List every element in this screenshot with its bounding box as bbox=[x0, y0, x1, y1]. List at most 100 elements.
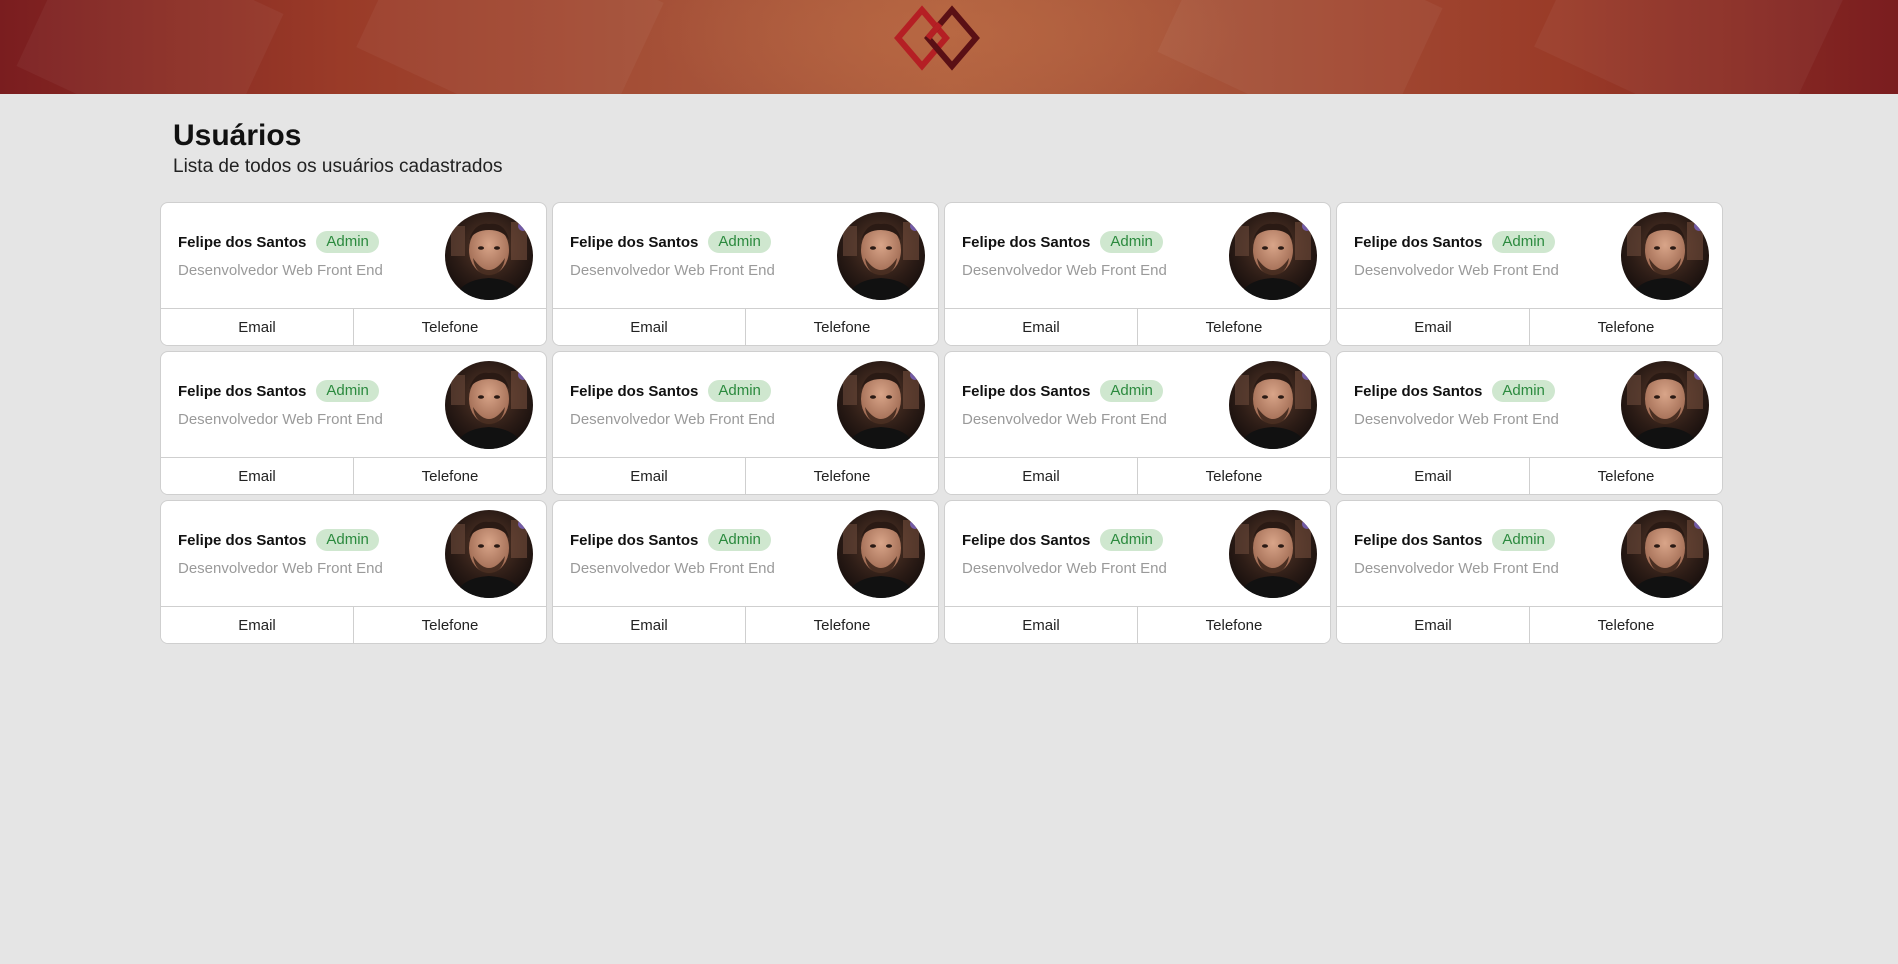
phone-button[interactable]: Telefone bbox=[1137, 458, 1330, 494]
user-role: Desenvolvedor Web Front End bbox=[1354, 560, 1559, 577]
user-name-row: Felipe dos Santos Admin bbox=[570, 380, 771, 402]
user-card-actions: Email Telefone bbox=[553, 308, 938, 345]
phone-button[interactable]: Telefone bbox=[1529, 309, 1722, 345]
user-card-body: Felipe dos Santos Admin Desenvolvedor We… bbox=[1337, 501, 1722, 608]
user-card: Felipe dos Santos Admin Desenvolvedor We… bbox=[1336, 202, 1723, 346]
user-name-row: Felipe dos Santos Admin bbox=[962, 529, 1163, 551]
role-badge: Admin bbox=[708, 231, 771, 253]
role-badge: Admin bbox=[1492, 529, 1555, 551]
phone-button[interactable]: Telefone bbox=[1137, 309, 1330, 345]
user-name: Felipe dos Santos bbox=[962, 531, 1091, 549]
avatar-photo bbox=[1621, 510, 1709, 598]
user-name: Felipe dos Santos bbox=[178, 233, 307, 251]
header-decoration bbox=[1157, 0, 1443, 94]
email-button[interactable]: Email bbox=[553, 458, 745, 494]
phone-button[interactable]: Telefone bbox=[353, 309, 546, 345]
email-button[interactable]: Email bbox=[1337, 458, 1529, 494]
avatar bbox=[445, 361, 533, 449]
user-name-row: Felipe dos Santos Admin bbox=[570, 231, 771, 253]
avatar-photo bbox=[1229, 510, 1317, 598]
user-name: Felipe dos Santos bbox=[962, 382, 1091, 400]
avatar bbox=[1621, 212, 1709, 300]
avatar-photo bbox=[1621, 361, 1709, 449]
role-badge: Admin bbox=[1100, 231, 1163, 253]
user-role: Desenvolvedor Web Front End bbox=[178, 560, 383, 577]
user-card: Felipe dos Santos Admin Desenvolvedor We… bbox=[944, 500, 1331, 644]
user-card: Felipe dos Santos Admin Desenvolvedor We… bbox=[552, 202, 939, 346]
avatar-photo bbox=[837, 212, 925, 300]
user-card: Felipe dos Santos Admin Desenvolvedor We… bbox=[552, 351, 939, 495]
phone-button[interactable]: Telefone bbox=[745, 607, 938, 643]
role-badge: Admin bbox=[708, 380, 771, 402]
user-card: Felipe dos Santos Admin Desenvolvedor We… bbox=[160, 202, 547, 346]
user-name-row: Felipe dos Santos Admin bbox=[962, 380, 1163, 402]
avatar bbox=[1229, 510, 1317, 598]
user-card-body: Felipe dos Santos Admin Desenvolvedor We… bbox=[161, 352, 546, 459]
role-badge: Admin bbox=[316, 380, 379, 402]
email-button[interactable]: Email bbox=[161, 458, 353, 494]
user-name: Felipe dos Santos bbox=[962, 233, 1091, 251]
role-badge: Admin bbox=[1492, 231, 1555, 253]
user-card-actions: Email Telefone bbox=[945, 457, 1330, 494]
user-name: Felipe dos Santos bbox=[178, 382, 307, 400]
user-card-body: Felipe dos Santos Admin Desenvolvedor We… bbox=[161, 203, 546, 310]
phone-button[interactable]: Telefone bbox=[1529, 607, 1722, 643]
avatar-photo bbox=[1229, 212, 1317, 300]
user-name: Felipe dos Santos bbox=[178, 531, 307, 549]
user-card-actions: Email Telefone bbox=[161, 308, 546, 345]
avatar bbox=[1621, 510, 1709, 598]
user-card: Felipe dos Santos Admin Desenvolvedor We… bbox=[552, 500, 939, 644]
phone-button[interactable]: Telefone bbox=[1529, 458, 1722, 494]
user-role: Desenvolvedor Web Front End bbox=[570, 560, 775, 577]
phone-button[interactable]: Telefone bbox=[353, 458, 546, 494]
email-button[interactable]: Email bbox=[1337, 309, 1529, 345]
role-badge: Admin bbox=[1492, 380, 1555, 402]
role-badge: Admin bbox=[316, 529, 379, 551]
user-card-actions: Email Telefone bbox=[553, 606, 938, 643]
email-button[interactable]: Email bbox=[161, 309, 353, 345]
user-card: Felipe dos Santos Admin Desenvolvedor We… bbox=[944, 351, 1331, 495]
user-name: Felipe dos Santos bbox=[570, 531, 699, 549]
user-name: Felipe dos Santos bbox=[570, 382, 699, 400]
user-name: Felipe dos Santos bbox=[1354, 382, 1483, 400]
user-name-row: Felipe dos Santos Admin bbox=[1354, 380, 1555, 402]
user-card: Felipe dos Santos Admin Desenvolvedor We… bbox=[1336, 351, 1723, 495]
email-button[interactable]: Email bbox=[1337, 607, 1529, 643]
email-button[interactable]: Email bbox=[553, 607, 745, 643]
user-name-row: Felipe dos Santos Admin bbox=[962, 231, 1163, 253]
phone-button[interactable]: Telefone bbox=[745, 458, 938, 494]
phone-button[interactable]: Telefone bbox=[745, 309, 938, 345]
avatar-photo bbox=[445, 510, 533, 598]
header-decoration bbox=[16, 0, 284, 94]
role-badge: Admin bbox=[1100, 529, 1163, 551]
user-card-body: Felipe dos Santos Admin Desenvolvedor We… bbox=[1337, 352, 1722, 459]
email-button[interactable]: Email bbox=[553, 309, 745, 345]
avatar-photo bbox=[1621, 212, 1709, 300]
role-badge: Admin bbox=[316, 231, 379, 253]
avatar bbox=[445, 510, 533, 598]
avatar bbox=[1621, 361, 1709, 449]
user-card-body: Felipe dos Santos Admin Desenvolvedor We… bbox=[553, 352, 938, 459]
user-name-row: Felipe dos Santos Admin bbox=[178, 529, 379, 551]
email-button[interactable]: Email bbox=[161, 607, 353, 643]
user-card: Felipe dos Santos Admin Desenvolvedor We… bbox=[160, 500, 547, 644]
user-card-body: Felipe dos Santos Admin Desenvolvedor We… bbox=[553, 203, 938, 310]
avatar bbox=[837, 212, 925, 300]
user-card-actions: Email Telefone bbox=[945, 606, 1330, 643]
email-button[interactable]: Email bbox=[945, 458, 1137, 494]
user-role: Desenvolvedor Web Front End bbox=[962, 411, 1167, 428]
phone-button[interactable]: Telefone bbox=[1137, 607, 1330, 643]
email-button[interactable]: Email bbox=[945, 309, 1137, 345]
user-role: Desenvolvedor Web Front End bbox=[1354, 262, 1559, 279]
phone-button[interactable]: Telefone bbox=[353, 607, 546, 643]
user-card-actions: Email Telefone bbox=[1337, 606, 1722, 643]
role-badge: Admin bbox=[708, 529, 771, 551]
avatar bbox=[837, 510, 925, 598]
user-role: Desenvolvedor Web Front End bbox=[1354, 411, 1559, 428]
diamond-links-logo-icon[interactable] bbox=[892, 4, 988, 72]
user-card-actions: Email Telefone bbox=[161, 606, 546, 643]
avatar-photo bbox=[1229, 361, 1317, 449]
user-card: Felipe dos Santos Admin Desenvolvedor We… bbox=[1336, 500, 1723, 644]
user-name-row: Felipe dos Santos Admin bbox=[178, 380, 379, 402]
email-button[interactable]: Email bbox=[945, 607, 1137, 643]
